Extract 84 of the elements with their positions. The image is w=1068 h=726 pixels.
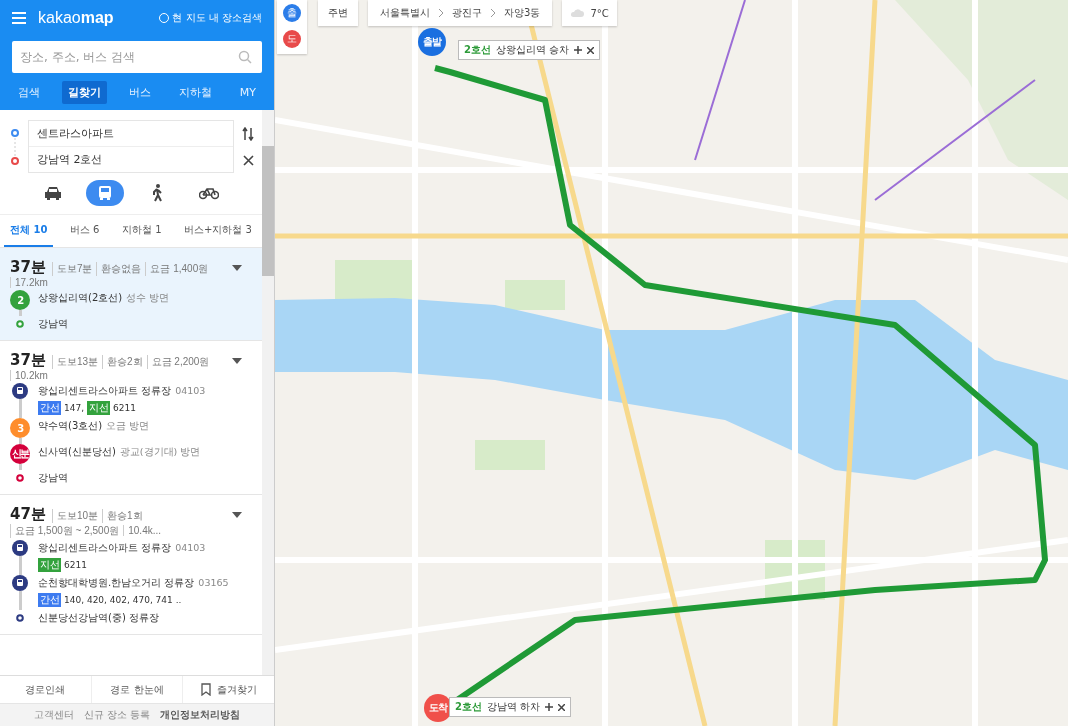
subway-line-badge: 신분 <box>10 444 30 464</box>
nav-tab[interactable]: 길찾기 <box>61 81 107 104</box>
map-pin[interactable]: 출 <box>283 4 301 22</box>
scrollbar[interactable] <box>262 110 274 675</box>
bus-type-tag: 간선 <box>38 593 61 607</box>
breadcrumb-item[interactable]: 자양3동 <box>504 6 541 20</box>
breadcrumb-item[interactable]: 서울특별시 <box>380 6 430 20</box>
breadcrumb-item[interactable]: 광진구 <box>452 6 482 20</box>
stop-name: 신분당선강남역(중) 정류장 <box>38 611 159 625</box>
menu-icon[interactable] <box>12 12 26 24</box>
route-summary-item: 환승1회 <box>102 509 143 523</box>
route-summary-item: 환승2회 <box>102 355 143 369</box>
temperature: 7°C <box>590 7 609 19</box>
caret-icon[interactable] <box>232 358 242 364</box>
route-summary-item: 요금 2,200원 <box>146 355 210 369</box>
bus-type-tag: 지선 <box>87 401 111 415</box>
result-tab[interactable]: 버스+지하철 3 <box>178 215 258 247</box>
nearby-button[interactable]: 주변 <box>318 0 358 26</box>
result-tab[interactable]: 버스 6 <box>63 215 106 247</box>
map-pin[interactable]: 도 <box>283 30 301 48</box>
close-icon[interactable] <box>587 46 595 54</box>
subway-line-badge: 3 <box>10 418 30 438</box>
route-summary-item: 도보7분 <box>51 262 93 276</box>
route-summary-item: 10.2km <box>10 370 48 381</box>
route-summary-item: 요금 1,500원 ~ 2,500원 <box>10 524 120 538</box>
route-summary-item: 10.4k... <box>123 525 162 536</box>
caret-icon[interactable] <box>232 265 242 271</box>
close-icon[interactable] <box>558 703 566 711</box>
stop-name: 강남역 <box>38 317 68 331</box>
caret-icon[interactable] <box>232 512 242 518</box>
stop-number: 04103 <box>175 385 206 396</box>
stop-name: 약수역(3호선) <box>38 419 103 433</box>
footer-link[interactable]: 개인정보처리방침 <box>160 708 240 722</box>
origin-field[interactable]: 센트라스아파트 <box>29 121 233 146</box>
line-label: 2호선 <box>464 43 491 57</box>
bus-numbers: 147, <box>64 403 85 413</box>
stop-name: 왕십리센트라스아파트 정류장 <box>38 384 172 398</box>
direction-text: 광교(경기대) 방면 <box>119 446 201 459</box>
subway-line-badge: 2 <box>10 290 30 310</box>
travel-time: 37분 <box>10 258 46 277</box>
route-summary-item: 도보10분 <box>51 509 98 523</box>
station-action-text: 상왕십리역 승차 <box>495 43 570 57</box>
car-icon <box>44 186 62 200</box>
swap-icon[interactable] <box>242 127 254 141</box>
direction-text: 성수 방면 <box>126 292 170 305</box>
close-icon[interactable] <box>242 155 254 166</box>
bus-type-tag: 간선 <box>38 401 61 415</box>
travel-time: 37분 <box>10 351 46 370</box>
bus-numbers: 6211 <box>113 403 136 413</box>
bicycle-icon <box>199 186 219 200</box>
walking-person-icon <box>150 184 164 202</box>
bus-icon <box>97 185 113 201</box>
result-tab[interactable]: 지하철 1 <box>116 215 168 247</box>
chevron-icon <box>438 8 444 18</box>
bus-type-tag: 지선 <box>38 558 61 572</box>
route-card[interactable]: 47분 도보10분 환승1회 요금 1,500원 ~ 2,500원 10.4k... 왕십리센트라스아파트 정류장 04103 지선 6211 순천향대학병원.한남오거리 정류장 03165 간선 140, 420, 402, 470, 741 .. 신분당선강남역(중) 정류장 <box>0 495 262 635</box>
cloud-icon <box>570 8 585 18</box>
route-summary-item: 환승없음 <box>96 262 142 276</box>
plus-icon[interactable] <box>545 703 554 711</box>
direction-text: 오금 방면 <box>106 420 150 433</box>
stop-number: 03165 <box>198 577 229 588</box>
line-label: 2호선 <box>455 700 482 714</box>
bus-numbers: 140, 420, 402, 470, 741 .. <box>64 595 182 605</box>
route-card[interactable]: 37분 도보7분 환승없음 요금 1,400원 17.2km 2 상왕십리역(2호선) 성수 방면 강남역 <box>0 248 262 341</box>
chevron-icon <box>490 8 496 18</box>
bus-numbers: 6211 <box>64 560 87 570</box>
station-action-text: 강남역 하차 <box>486 700 541 714</box>
plus-icon[interactable] <box>574 46 583 54</box>
stop-name: 신사역(신분당선) <box>38 445 116 459</box>
stop-name: 강남역 <box>38 471 68 485</box>
origin-destination-icon <box>10 126 20 167</box>
destination-field[interactable]: 강남역 2호선 <box>29 146 233 172</box>
search-field[interactable]: 장소, 주소, 버스 검색 <box>12 41 262 73</box>
stop-name: 왕십리센트라스아파트 정류장 <box>38 541 172 555</box>
transit-mode-button[interactable] <box>86 180 124 206</box>
route-card[interactable]: 37분 도보13분 환승2회 요금 2,200원 10.2km 왕십리센트라스아파트 정류장 04103 간선 147, 지선 6211 3 약수역(3호선) 오금 방면 신분 신사역(신분당선) 광교(경기대) 방면 강남역 <box>0 341 262 495</box>
route-summary-item: 요금 1,400원 <box>145 262 209 276</box>
stop-number: 04103 <box>175 542 206 553</box>
route-summary-item: 도보13분 <box>51 355 98 369</box>
route-summary-item: 17.2km <box>10 277 48 288</box>
travel-time: 47분 <box>10 505 46 524</box>
bookmark-icon <box>200 683 211 696</box>
stop-name: 순천향대학병원.한남오거리 정류장 <box>38 576 195 590</box>
stop-name: 상왕십리역(2호선) <box>38 291 123 305</box>
